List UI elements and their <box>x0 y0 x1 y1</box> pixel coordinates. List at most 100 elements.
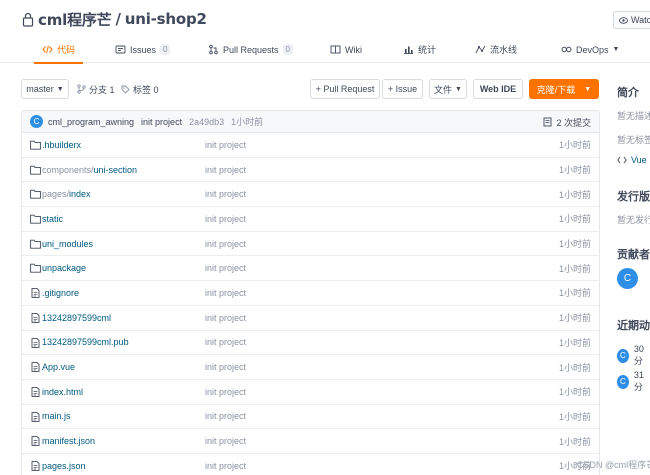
repo-separator: / <box>115 10 121 28</box>
tab-pipeline[interactable]: 流水线 <box>475 36 517 63</box>
pr-count-badge: 0 <box>282 44 293 55</box>
file-name[interactable]: unpackage <box>42 263 86 273</box>
branch-select[interactable]: master ▼ <box>21 79 69 99</box>
repo-name[interactable]: uni-shop2 <box>125 10 207 28</box>
table-row[interactable]: unpackage init project 1小时前 <box>22 256 599 282</box>
file-commit-message[interactable]: init project <box>205 313 246 323</box>
new-issue-button[interactable]: + Issue <box>382 79 423 99</box>
intro-text: 暂无描述 <box>617 111 650 121</box>
avatar: C <box>617 374 629 389</box>
wiki-icon <box>330 45 341 54</box>
table-row[interactable]: components/uni-section init project 1小时前 <box>22 158 599 183</box>
file-name-text: 13242897599cml <box>42 312 112 323</box>
tags-link[interactable]: 标签 0 <box>121 79 159 99</box>
file-commit-message[interactable]: init project <box>205 411 246 421</box>
file-name[interactable]: pages/index <box>42 189 91 199</box>
file-commit-time: 1小时前 <box>558 436 591 447</box>
tab-label: 代码 <box>57 45 76 55</box>
file-name[interactable]: index.html <box>42 387 83 397</box>
pipeline-icon <box>475 45 486 54</box>
tab-wiki[interactable]: Wiki <box>330 36 362 63</box>
language-label: Vue <box>631 155 647 165</box>
file-name[interactable]: static <box>42 214 63 224</box>
table-row[interactable]: uni_modules init project 1小时前 <box>22 232 599 257</box>
chevron-down-icon: ▼ <box>56 85 64 93</box>
table-row[interactable]: main.js init project 1小时前 <box>22 405 599 430</box>
file-name[interactable]: .gitignore <box>42 288 79 298</box>
repo-owner[interactable]: cml程序芒 <box>38 9 112 30</box>
activity-item[interactable]: C 30分 <box>617 344 650 367</box>
file-commit-message[interactable]: init project <box>205 140 246 150</box>
table-row[interactable]: index.html init project 1小时前 <box>22 380 599 405</box>
tab-label: DevOps <box>576 44 609 55</box>
repo-tabs: 代码 Issues 0 Pull Requests 0 Wiki 统计 流水线 … <box>0 36 650 64</box>
file-commit-message[interactable]: init project <box>205 387 246 397</box>
issues-count-badge: 0 <box>160 44 171 55</box>
file-commit-message[interactable]: init project <box>205 189 246 199</box>
file-name[interactable]: components/uni-section <box>42 165 137 175</box>
new-pull-request-button[interactable]: + Pull Request <box>310 79 380 99</box>
tags-count: 标签 0 <box>133 84 159 95</box>
commit-message[interactable]: init project <box>141 117 182 127</box>
file-commit-message[interactable]: init project <box>205 362 246 372</box>
web-ide-button[interactable]: Web IDE <box>473 79 523 99</box>
activity-item[interactable]: C 31分 <box>617 370 650 393</box>
tab-label: 流水线 <box>490 45 518 55</box>
file-name-text: main.js <box>42 411 71 422</box>
language-link[interactable]: Vue <box>617 155 647 165</box>
table-row[interactable]: 13242897599cml init project 1小时前 <box>22 306 599 331</box>
files-label: 文件 <box>434 84 453 95</box>
file-commit-message[interactable]: init project <box>205 461 246 471</box>
table-row[interactable]: pages/index init project 1小时前 <box>22 182 599 208</box>
commit-count-link[interactable]: 2 次提交 <box>543 111 591 133</box>
file-commit-message[interactable]: init project <box>205 165 246 175</box>
branches-link[interactable]: 分支 1 <box>77 79 115 99</box>
file-commit-time: 1小时前 <box>558 313 591 324</box>
files-menu-button[interactable]: 文件 ▼ <box>429 79 467 99</box>
code-icon <box>42 45 53 54</box>
file-name[interactable]: 13242897599cml <box>42 313 111 323</box>
file-commit-message[interactable]: init project <box>205 288 246 298</box>
file-commit-message[interactable]: init project <box>205 263 246 273</box>
file-commit-message[interactable]: init project <box>205 239 246 249</box>
table-row[interactable]: .hbuilderx init project 1小时前 <box>22 133 599 158</box>
tab-pull-requests[interactable]: Pull Requests 0 <box>208 36 293 63</box>
file-name[interactable]: 13242897599cml.pub <box>42 337 129 347</box>
file-name-text: 13242897599cml.pub <box>42 337 129 348</box>
file-commit-time: 1小时前 <box>558 411 591 422</box>
table-row[interactable]: App.vue init project 1小时前 <box>22 355 599 380</box>
avatar[interactable]: C <box>30 115 43 128</box>
file-commit-message[interactable]: init project <box>205 214 246 224</box>
release-text: 暂无发行 <box>617 215 650 225</box>
table-row[interactable]: static init project 1小时前 <box>22 207 599 232</box>
file-name[interactable]: main.js <box>42 411 71 421</box>
activity-text: 31分 <box>633 370 644 392</box>
tab-issues[interactable]: Issues 0 <box>115 36 171 63</box>
tab-devops[interactable]: DevOps ▼ <box>561 36 619 63</box>
table-row[interactable]: manifest.json init project 1小时前 <box>22 429 599 454</box>
repo-title: cml程序芒 / uni-shop2 <box>22 9 207 29</box>
file-name-text: unpackage <box>42 263 87 274</box>
file-commit-time: 1小时前 <box>558 362 591 373</box>
file-name[interactable]: uni_modules <box>42 239 93 249</box>
watch-button[interactable]: Watc <box>613 11 650 29</box>
release-heading: 发行版 <box>617 191 650 203</box>
tab-stats[interactable]: 统计 <box>403 36 436 63</box>
file-name-text: .hbuilderx <box>42 139 82 150</box>
tab-code[interactable]: 代码 <box>33 36 84 64</box>
file-name-text: index <box>69 189 91 200</box>
commit-sha[interactable]: 2a49db3 <box>189 117 224 127</box>
file-name[interactable]: pages.json <box>42 461 86 471</box>
code-icon <box>617 156 627 164</box>
table-row[interactable]: 13242897599cml.pub init project 1小时前 <box>22 331 599 356</box>
commit-author[interactable]: cml_program_awning <box>48 117 134 127</box>
file-commit-message[interactable]: init project <box>205 337 246 347</box>
file-name[interactable]: .hbuilderx <box>42 140 81 150</box>
table-row[interactable]: pages.json init project 1小时前 <box>22 454 599 475</box>
file-name[interactable]: App.vue <box>42 362 75 372</box>
file-name[interactable]: manifest.json <box>42 436 95 446</box>
avatar[interactable]: C <box>617 268 638 289</box>
clone-download-button[interactable]: 克隆/下载 ▼ <box>529 79 599 99</box>
file-commit-message[interactable]: init project <box>205 436 246 446</box>
table-row[interactable]: .gitignore init project 1小时前 <box>22 281 599 306</box>
